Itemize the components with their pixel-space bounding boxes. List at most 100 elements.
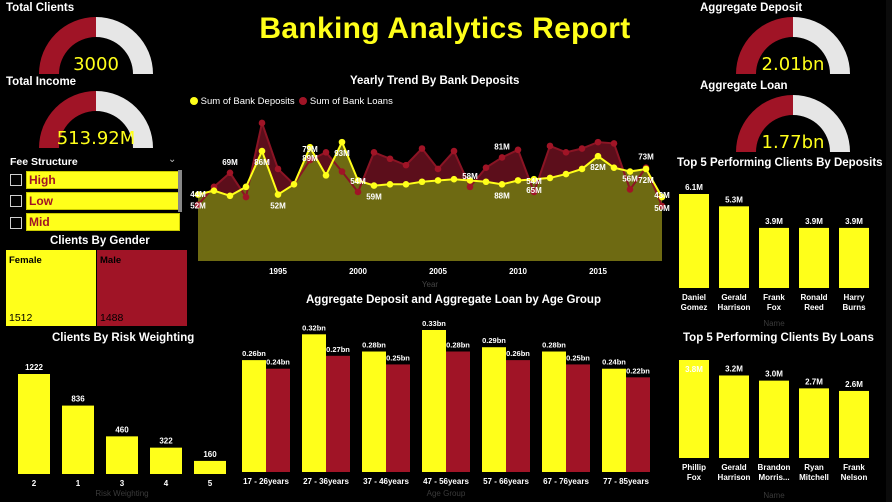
checkbox-low[interactable] <box>10 195 22 207</box>
loan-bar[interactable] <box>566 364 590 472</box>
deposits-point[interactable] <box>434 177 442 184</box>
deposits-point[interactable] <box>338 138 346 146</box>
deposits-point[interactable] <box>290 181 298 188</box>
fee-option-low[interactable]: Low <box>26 192 180 210</box>
bar[interactable] <box>719 375 749 458</box>
deposits-point[interactable] <box>562 170 570 178</box>
deposits-point[interactable] <box>482 178 490 186</box>
deposits-point[interactable] <box>594 152 602 160</box>
bar[interactable] <box>759 227 789 288</box>
deposits-point[interactable] <box>210 187 218 194</box>
trend-data-label: 79M <box>302 145 318 154</box>
bar[interactable] <box>679 194 709 288</box>
loans-point[interactable] <box>466 183 474 191</box>
loan-bar[interactable] <box>386 364 410 472</box>
loans-point[interactable] <box>322 149 330 156</box>
bar[interactable] <box>839 227 869 288</box>
deposits-point[interactable] <box>386 181 394 188</box>
loans-point[interactable] <box>450 147 458 155</box>
deposits-point[interactable] <box>498 181 506 188</box>
age-group-chart[interactable]: 0.26bn0.24bn17 - 26years0.32bn0.27bn27 -… <box>230 310 670 502</box>
deposit-bar[interactable] <box>302 334 326 472</box>
deposits-point[interactable] <box>610 164 618 171</box>
loans-point[interactable] <box>242 193 250 201</box>
loans-point[interactable] <box>514 146 522 154</box>
category-label: 27 - 36years <box>303 477 349 486</box>
deposit-bar[interactable] <box>482 347 506 472</box>
deposit-bar[interactable] <box>542 351 566 472</box>
loans-point[interactable] <box>418 145 426 152</box>
slicer-scrollbar[interactable] <box>178 170 182 212</box>
deposits-point[interactable] <box>226 192 234 200</box>
deposits-point[interactable] <box>578 165 586 173</box>
trend-chart[interactable]: 52M 86M 52M 89M 93M 59M 88M 65M 82M 72M 50M 44M 69M 7… <box>190 108 676 290</box>
bar[interactable] <box>719 206 749 288</box>
bar[interactable] <box>150 447 182 474</box>
loan-bar[interactable] <box>446 351 470 472</box>
deposits-point[interactable] <box>322 172 330 179</box>
gender-tile-male[interactable]: Male 1488 <box>97 250 187 326</box>
deposits-point[interactable] <box>418 178 426 186</box>
top-deposits-chart[interactable]: 6.1M DanielGomez 5.3M GeraldHarrison 3.9M Fra… <box>672 172 882 330</box>
loans-point[interactable] <box>482 164 490 171</box>
deposit-bar[interactable] <box>362 351 386 472</box>
loans-point[interactable] <box>226 169 234 177</box>
loans-point[interactable] <box>594 138 602 146</box>
fee-option-mid[interactable]: Mid <box>26 213 180 231</box>
loans-point[interactable] <box>610 140 618 147</box>
bar[interactable] <box>759 380 789 458</box>
bar[interactable] <box>839 390 869 458</box>
risk-weighting-chart[interactable]: 1222 2 836 1 460 3 322 4 160 5 Risk Weighting <box>0 346 230 502</box>
deposit-bar[interactable] <box>602 368 626 472</box>
loans-point[interactable] <box>498 154 506 161</box>
checkbox-mid[interactable] <box>10 217 22 229</box>
deposits-point[interactable] <box>514 177 522 184</box>
loan-bar[interactable] <box>266 368 290 472</box>
gauge-aggregate-loan[interactable]: Aggregate Loan 1.77bn <box>696 78 866 158</box>
loans-point[interactable] <box>274 165 282 173</box>
page-scrollbar[interactable] <box>886 0 892 502</box>
bar[interactable] <box>18 374 50 474</box>
deposits-point[interactable] <box>258 147 266 155</box>
deposits-point[interactable] <box>370 182 378 189</box>
loans-point[interactable] <box>402 161 410 169</box>
loans-point[interactable] <box>370 149 378 156</box>
bar[interactable] <box>799 388 829 458</box>
loan-bar[interactable] <box>626 377 650 472</box>
bar[interactable] <box>194 460 226 474</box>
loans-point[interactable] <box>354 188 362 196</box>
bar[interactable] <box>799 227 829 288</box>
gender-tile-female[interactable]: Female 1512 <box>6 250 96 326</box>
deposits-point[interactable] <box>274 191 282 198</box>
deposits-point[interactable] <box>642 165 650 173</box>
top-loans-chart[interactable]: 3.8M PhillipFox 3.2M GeraldHarrison 3.0M Bran… <box>672 346 882 502</box>
gauge-total-clients[interactable]: Total Clients 3000 <box>0 0 170 80</box>
loans-point[interactable] <box>578 145 586 152</box>
gauge-total-income[interactable]: Total Income 513.92M <box>0 74 170 154</box>
bar[interactable] <box>106 436 138 474</box>
loan-bar[interactable] <box>506 360 530 472</box>
deposits-point[interactable] <box>546 174 554 182</box>
loans-point[interactable] <box>626 186 634 193</box>
fee-option-high[interactable]: High <box>26 171 180 189</box>
loans-point[interactable] <box>258 119 266 127</box>
loans-point[interactable] <box>386 155 394 163</box>
deposits-point[interactable] <box>450 175 458 183</box>
deposit-bar[interactable] <box>422 330 446 472</box>
loans-point[interactable] <box>546 142 554 150</box>
gauge-aggregate-deposit[interactable]: Aggregate Deposit 2.01bn <box>696 0 866 80</box>
loans-point[interactable] <box>562 149 570 156</box>
x-axis-title: Year <box>422 280 439 289</box>
loans-point[interactable] <box>338 168 346 175</box>
category-label: 57 - 66years <box>483 477 529 486</box>
deposits-point[interactable] <box>402 181 410 188</box>
deposits-point[interactable] <box>242 183 250 191</box>
deposit-bar[interactable] <box>242 360 266 472</box>
chevron-down-icon[interactable]: ⌄ <box>168 154 176 165</box>
bar[interactable] <box>679 360 709 458</box>
loans-point[interactable] <box>434 165 442 173</box>
category-label: Gerald <box>721 293 746 302</box>
checkbox-high[interactable] <box>10 174 22 186</box>
bar[interactable] <box>62 405 94 474</box>
loan-bar[interactable] <box>326 355 350 472</box>
